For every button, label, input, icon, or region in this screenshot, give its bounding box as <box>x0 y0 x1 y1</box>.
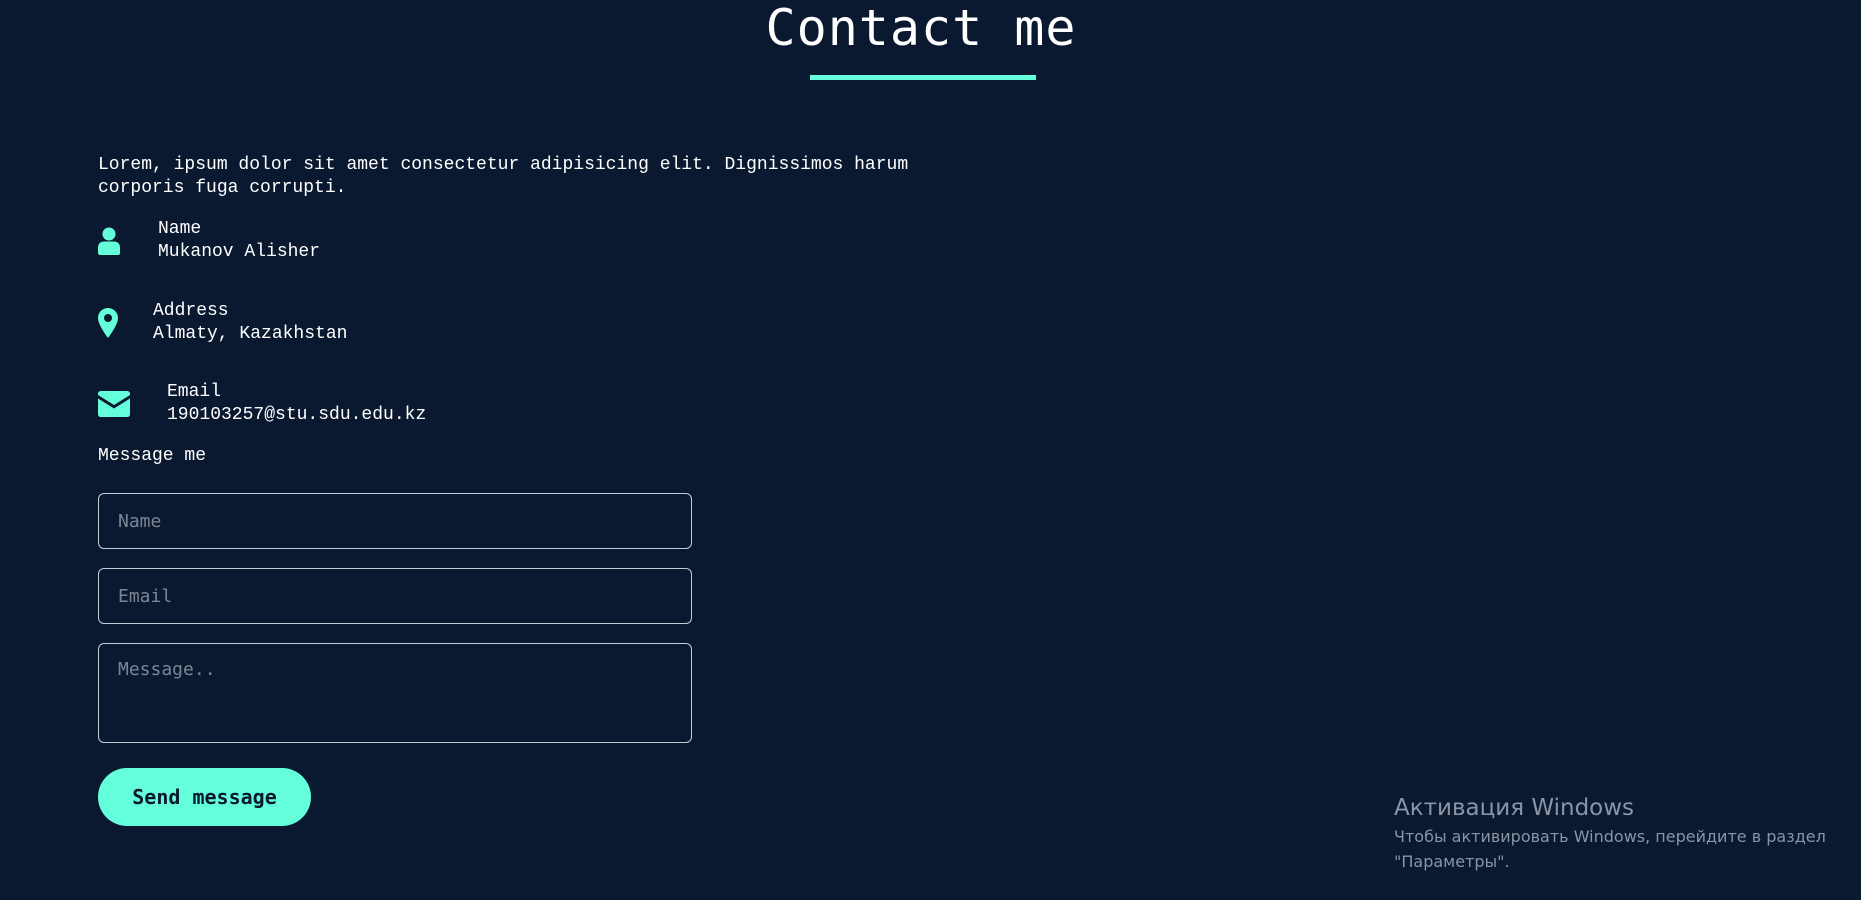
watermark-title: Активация Windows <box>1394 795 1635 821</box>
send-message-button[interactable]: Send message <box>98 768 311 826</box>
contact-item-name: Name Mukanov Alisher <box>98 218 320 264</box>
contact-address-value: Almaty, Kazakhstan <box>153 324 348 344</box>
watermark-line-1: Чтобы активировать Windows, перейдите в … <box>1394 827 1826 846</box>
page-title: Contact me <box>765 0 1077 57</box>
envelope-icon <box>98 391 167 417</box>
email-input[interactable] <box>98 568 692 624</box>
watermark-line-2: "Параметры". <box>1394 852 1510 871</box>
title-underline <box>810 75 1036 80</box>
windows-activation-watermark: Активация Windows Чтобы активировать Win… <box>1394 792 1826 874</box>
message-textarea[interactable] <box>98 643 692 743</box>
map-pin-icon <box>98 308 153 338</box>
contact-name-label: Name <box>158 219 202 239</box>
contact-email-value: 190103257@stu.sdu.edu.kz <box>167 405 427 425</box>
contact-address-text: Address Almaty, Kazakhstan <box>153 300 347 346</box>
user-icon <box>98 227 158 255</box>
contact-name-text: Name Mukanov Alisher <box>158 218 320 264</box>
contact-email-label: Email <box>167 382 222 402</box>
message-heading: Message me <box>98 446 207 466</box>
intro-text: Lorem, ipsum dolor sit amet consectetur … <box>98 155 909 198</box>
contact-name-value: Mukanov Alisher <box>158 242 321 262</box>
contact-email-text: Email 190103257@stu.sdu.edu.kz <box>167 381 426 427</box>
contact-item-address: Address Almaty, Kazakhstan <box>98 300 347 346</box>
contact-item-email: Email 190103257@stu.sdu.edu.kz <box>98 381 426 427</box>
contact-address-label: Address <box>153 301 229 321</box>
name-input[interactable] <box>98 493 692 549</box>
